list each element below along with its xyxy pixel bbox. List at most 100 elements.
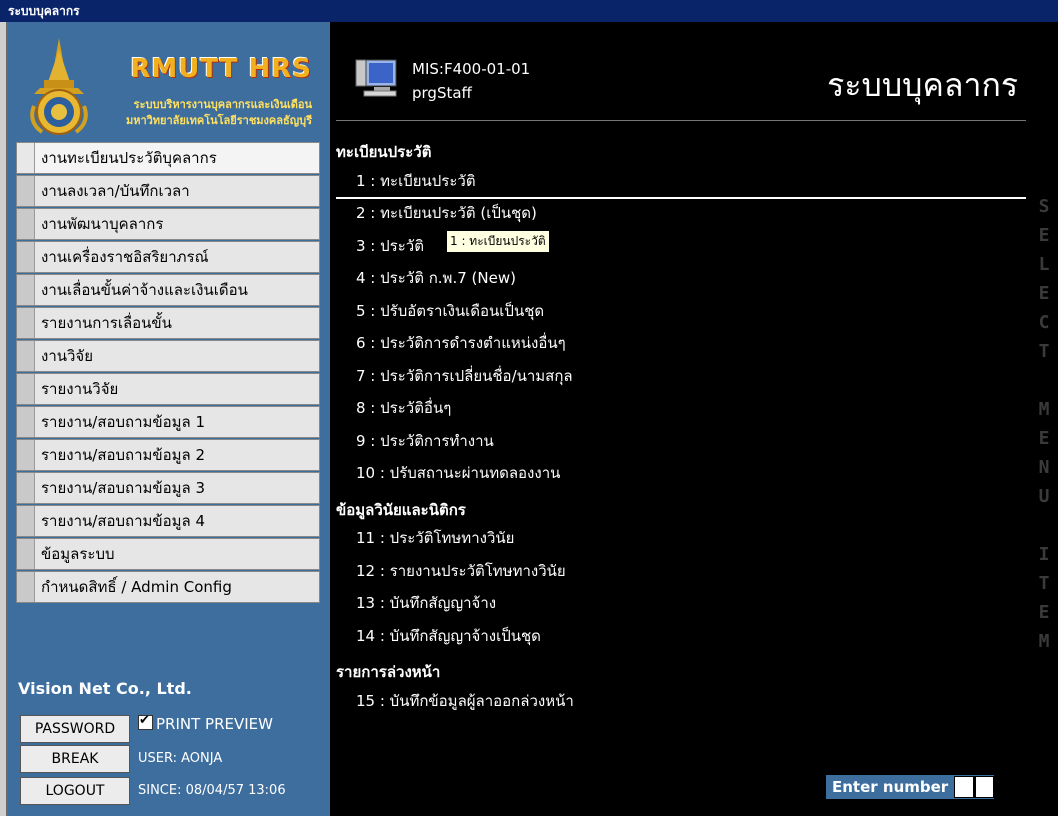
sidebar-item-marker <box>17 374 35 404</box>
vertical-letter: I <box>1038 544 1050 565</box>
sidebar-item-label: รายงาน/สอบถามข้อมูล 3 <box>41 479 206 497</box>
vertical-letter: N <box>1038 457 1050 478</box>
sidebar-item[interactable]: งานเลื่อนขั้นค่าจ้างและเงินเดือน <box>16 274 320 306</box>
sidebar-item-marker <box>17 209 35 239</box>
sidebar-item[interactable]: รายงานการเลื่อนขั้น <box>16 307 320 339</box>
menu-option[interactable]: 2 : ทะเบียนประวัติ (เป็นชุด) <box>356 201 537 225</box>
vertical-letter: E <box>1038 283 1050 304</box>
sidebar-item[interactable]: รายงาน/สอบถามข้อมูล 2 <box>16 439 320 471</box>
tooltip: 1 : ทะเบียนประวัติ <box>446 230 550 253</box>
vertical-letter: T <box>1038 573 1050 594</box>
page-title: ระบบบุคลากร <box>827 66 1018 104</box>
program-name: prgStaff <box>412 84 472 102</box>
sidebar-item[interactable]: งานพัฒนาบุคลากร <box>16 208 320 240</box>
sidebar-item[interactable]: งานลงเวลา/บันทึกเวลา <box>16 175 320 207</box>
brand-title: RMUTT HRS <box>130 54 312 84</box>
menu-option[interactable]: 3 : ประวัติ <box>356 234 424 258</box>
vertical-letter: M <box>1038 631 1050 652</box>
sidebar-item[interactable]: งานเครื่องราชอิสริยาภรณ์ <box>16 241 320 273</box>
print-preview-checkbox[interactable]: PRINT PREVIEW <box>138 713 273 733</box>
sidebar-item-label: งานลงเวลา/บันทึกเวลา <box>41 182 190 200</box>
sidebar-item-marker <box>17 539 35 569</box>
menu-option[interactable]: 5 : ปรับอัตราเงินเดือนเป็นชุด <box>356 299 544 323</box>
vertical-letter <box>1030 511 1058 540</box>
company-name: Vision Net Co., Ltd. <box>18 679 192 698</box>
session-since: SINCE: 08/04/57 13:06 <box>138 783 286 798</box>
vertical-letter: S <box>1038 196 1050 217</box>
enter-number-box: Enter number <box>826 775 995 799</box>
sidebar-item-marker <box>17 506 35 536</box>
sidebar-item-marker <box>17 440 35 470</box>
password-button[interactable]: PASSWORD <box>20 715 130 743</box>
sidebar-item-marker <box>17 143 35 173</box>
app-window: ระบบบุคลากร RMUTT HRS ระบบบริหารงานบุคลา… <box>0 0 1058 816</box>
enter-number-input[interactable] <box>954 776 995 798</box>
sidebar-item-marker <box>17 473 35 503</box>
sidebar-item-label: รายงาน/สอบถามข้อมูล 2 <box>41 446 206 464</box>
menu-option[interactable]: 11 : ประวัติโทษทางวินัย <box>356 526 514 550</box>
sidebar-item-label: ข้อมูลระบบ <box>41 545 115 563</box>
menu-option[interactable]: 14 : บันทึกสัญญาจ้างเป็นชุด <box>356 624 541 648</box>
sidebar-item[interactable]: รายงานวิจัย <box>16 373 320 405</box>
vertical-letter: T <box>1038 341 1050 362</box>
menu-option[interactable]: 12 : รายงานประวัติโทษทางวินัย <box>356 559 566 583</box>
vertical-letter: E <box>1038 225 1050 246</box>
brand-subtitle-2: มหาวิทยาลัยเทคโนโลยีราชมงคลธัญบุรี <box>125 114 312 127</box>
vertical-letter: C <box>1038 312 1050 333</box>
selection-underline <box>336 197 1026 199</box>
menu-option[interactable]: 4 : ประวัติ ก.พ.7 (New) <box>356 266 516 290</box>
menu-option[interactable]: 1 : ทะเบียนประวัติ <box>356 169 476 193</box>
sidebar-item-label: งานวิจัย <box>41 347 94 365</box>
sidebar-menu: งานทะเบียนประวัติบุคลากรงานลงเวลา/บันทึก… <box>16 142 320 604</box>
checkbox-check-icon[interactable] <box>138 713 153 730</box>
sidebar-item-marker <box>17 407 35 437</box>
select-menu-item-vertical-text: SELECT MENU ITEM <box>1030 192 1058 656</box>
sidebar-item[interactable]: งานวิจัย <box>16 340 320 372</box>
print-preview-label: PRINT PREVIEW <box>156 715 273 733</box>
vertical-letter: E <box>1038 602 1050 623</box>
menu-option[interactable]: 7 : ประวัติการเปลี่ยนชื่อ/นามสกุล <box>356 364 573 388</box>
sidebar-item-marker <box>17 572 35 602</box>
computer-monitor-icon <box>355 59 397 97</box>
sidebar-item-label: งานเครื่องราชอิสริยาภรณ์ <box>41 248 209 266</box>
sidebar-item-marker <box>17 341 35 371</box>
main-panel: MIS:F400-01-01 prgStaff ระบบบุคลากร ทะเบ… <box>330 22 1030 816</box>
sidebar-item-marker <box>17 308 35 338</box>
sidebar-item[interactable]: รายงาน/สอบถามข้อมูล 1 <box>16 406 320 438</box>
sidebar-item[interactable]: รายงาน/สอบถามข้อมูล 4 <box>16 505 320 537</box>
menu-option[interactable]: 10 : ปรับสถานะผ่านทดลองงาน <box>356 461 560 485</box>
sidebar-item[interactable]: งานทะเบียนประวัติบุคลากร <box>16 142 320 174</box>
sidebar-item[interactable]: รายงาน/สอบถามข้อมูล 3 <box>16 472 320 504</box>
vertical-letter: U <box>1038 486 1050 507</box>
menu-option[interactable]: 6 : ประวัติการดำรงตำแหน่งอื่นๆ <box>356 331 566 355</box>
sidebar-item[interactable]: ข้อมูลระบบ <box>16 538 320 570</box>
window-title: ระบบบุคลากร <box>0 0 1058 22</box>
sidebar-item-marker <box>17 176 35 206</box>
menu-option[interactable]: 15 : บันทึกข้อมูลผู้ลาออกล่วงหน้า <box>356 689 574 713</box>
sidebar-item-label: งานทะเบียนประวัติบุคลากร <box>41 149 217 167</box>
sidebar-item-marker <box>17 275 35 305</box>
sidebar-item-label: รายงาน/สอบถามข้อมูล 4 <box>41 512 206 530</box>
sidebar-item-label: รายงานการเลื่อนขั้น <box>41 314 172 332</box>
sidebar-item-label: งานเลื่อนขั้นค่าจ้างและเงินเดือน <box>41 281 248 299</box>
form-code: MIS:F400-01-01 <box>412 60 531 78</box>
menu-option[interactable]: 9 : ประวัติการทำงาน <box>356 429 494 453</box>
section-heading: ข้อมูลวินัยและนิติกร <box>336 501 466 519</box>
vertical-letter <box>1030 366 1058 395</box>
header-divider <box>336 120 1026 121</box>
break-button[interactable]: BREAK <box>20 745 130 773</box>
sidebar-item[interactable]: กำหนดสิทธิ์ / Admin Config <box>16 571 320 603</box>
menu-option[interactable]: 13 : บันทึกสัญญาจ้าง <box>356 591 496 615</box>
sidebar-item-label: รายงานวิจัย <box>41 380 119 398</box>
section-heading: รายการล่วงหน้า <box>336 663 441 681</box>
vertical-letter: E <box>1038 428 1050 449</box>
sidebar-item-label: กำหนดสิทธิ์ / Admin Config <box>41 578 232 596</box>
user-info: USER: AONJA <box>138 751 223 766</box>
menu-option[interactable]: 8 : ประวัติอื่นๆ <box>356 396 451 420</box>
enter-number-label: Enter number <box>832 778 949 796</box>
vertical-letter: L <box>1038 254 1050 275</box>
sidebar: RMUTT HRS ระบบบริหารงานบุคลากรและเงินเดื… <box>8 22 330 816</box>
section-heading: ทะเบียนประวัติ <box>336 143 432 161</box>
window-left-border <box>0 22 8 816</box>
logout-button[interactable]: LOGOUT <box>20 777 130 805</box>
